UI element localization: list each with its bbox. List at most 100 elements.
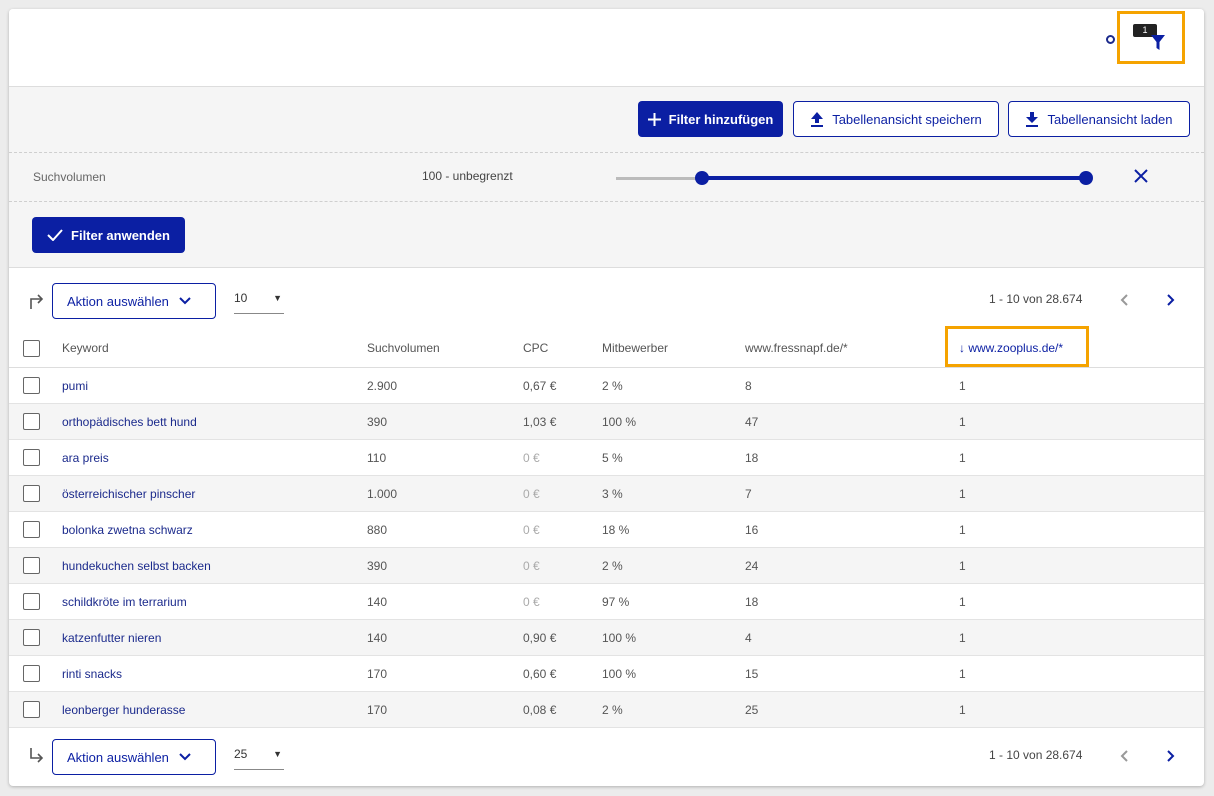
plus-icon [647, 112, 661, 126]
row-checkbox[interactable] [23, 701, 40, 718]
search-icon[interactable] [1106, 35, 1115, 44]
cpc-cell: 0 € [523, 511, 602, 548]
cpc-cell: 0,67 € [523, 367, 602, 404]
action-select[interactable]: Aktion auswählen [52, 283, 216, 319]
per-page-value: 25 [234, 747, 248, 761]
row-checkbox[interactable] [23, 449, 40, 466]
column-header-zooplus-label: www.zooplus.de/* [968, 341, 1064, 355]
upload-icon [811, 111, 824, 127]
funnel-icon [1151, 35, 1165, 50]
cpc-cell: 0 € [523, 439, 602, 476]
next-page-icon[interactable] [1160, 746, 1180, 766]
keyword-cell[interactable]: bolonka zwetna schwarz [62, 511, 367, 548]
fressnapf-rank-cell: 25 [745, 691, 959, 728]
table-row: österreichischer pinscher 1.000 0 €3 % 7 1 [9, 475, 1204, 512]
keyword-cell[interactable]: orthopädisches bett hund [62, 403, 367, 440]
remove-filter-icon[interactable] [1131, 166, 1151, 186]
column-header-zooplus[interactable]: ↓ www.zooplus.de/* [959, 329, 1204, 368]
row-checkbox[interactable] [23, 521, 40, 538]
volume-cell: 170 [367, 655, 523, 692]
chevron-down-icon [179, 297, 191, 305]
column-header-fressnapf[interactable]: www.fressnapf.de/* [745, 329, 959, 368]
volume-cell: 880 [367, 511, 523, 548]
cpc-cell: 1,03 € [523, 403, 602, 440]
competition-cell: 100 % [602, 403, 745, 440]
load-view-label: Tabellenansicht laden [1047, 111, 1173, 127]
action-select-label: Aktion auswählen [67, 749, 169, 765]
per-page-select[interactable]: 25 ▼ [234, 747, 284, 770]
cpc-cell: 0 € [523, 547, 602, 584]
volume-cell: 1.000 [367, 475, 523, 512]
divider [9, 201, 1204, 202]
per-page-value: 10 [234, 291, 248, 305]
keyword-cell[interactable]: schildkröte im terrarium [62, 583, 367, 620]
row-select-cell [9, 691, 62, 728]
apply-filter-button[interactable]: Filter anwenden [32, 217, 185, 253]
add-filter-label: Filter hinzufügen [668, 111, 774, 127]
zooplus-rank-cell: 1 [959, 367, 1204, 404]
row-select-cell [9, 655, 62, 692]
divider [9, 152, 1204, 153]
keyword-cell[interactable]: rinti snacks [62, 655, 367, 692]
main-card: 1 Filter hinzufügen Tabellenansicht spei… [9, 9, 1204, 786]
save-view-label: Tabellenansicht speichern [832, 111, 982, 127]
keyword-cell[interactable]: hundekuchen selbst backen [62, 547, 367, 584]
volume-cell: 390 [367, 547, 523, 584]
row-checkbox[interactable] [23, 593, 40, 610]
column-header-competition[interactable]: Mitbewerber [602, 329, 745, 368]
range-slider-track [616, 177, 702, 180]
top-bar: 1 [9, 9, 1204, 87]
competition-cell: 100 % [602, 619, 745, 656]
table-row: ara preis 110 0 €5 % 18 1 [9, 439, 1204, 476]
row-checkbox[interactable] [23, 665, 40, 682]
volume-cell: 2.900 [367, 367, 523, 404]
table-row: katzenfutter nieren 140 0,90 €100 % 4 1 [9, 619, 1204, 656]
keyword-cell[interactable]: leonberger hunderasse [62, 691, 367, 728]
select-all-checkbox[interactable] [23, 339, 40, 357]
pagination-info: 1 - 10 von 28.674 [989, 748, 1083, 762]
range-slider-max-handle[interactable] [1079, 171, 1093, 185]
row-checkbox[interactable] [23, 485, 40, 502]
next-page-icon[interactable] [1160, 290, 1180, 310]
add-filter-button[interactable]: Filter hinzufügen [638, 101, 783, 137]
keyword-table: Keyword Suchvolumen CPC Mitbewerber www.… [9, 329, 1204, 728]
corner-arrow-icon [30, 748, 44, 763]
fressnapf-rank-cell: 18 [745, 439, 959, 476]
sort-desc-icon: ↓ [959, 341, 965, 355]
table-header-row: Keyword Suchvolumen CPC Mitbewerber www.… [9, 329, 1204, 368]
table-row: bolonka zwetna schwarz 880 0 €18 % 16 1 [9, 511, 1204, 548]
corner-arrow-icon [30, 294, 44, 309]
row-checkbox[interactable] [23, 557, 40, 574]
range-slider-min-handle[interactable] [695, 171, 709, 185]
prev-page-icon[interactable] [1115, 746, 1135, 766]
keyword-cell[interactable]: katzenfutter nieren [62, 619, 367, 656]
load-view-button[interactable]: Tabellenansicht laden [1008, 101, 1190, 137]
competition-cell: 5 % [602, 439, 745, 476]
row-select-cell [9, 367, 62, 404]
column-header-volume[interactable]: Suchvolumen [367, 329, 523, 368]
keyword-cell[interactable]: pumi [62, 367, 367, 404]
filter-toggle-button[interactable]: 1 [1128, 24, 1176, 63]
row-select-cell [9, 547, 62, 584]
save-view-button[interactable]: Tabellenansicht speichern [793, 101, 999, 137]
zooplus-rank-cell: 1 [959, 511, 1204, 548]
row-checkbox[interactable] [23, 377, 40, 394]
per-page-select[interactable]: 10 ▼ [234, 291, 284, 314]
keyword-cell[interactable]: ara preis [62, 439, 367, 476]
apply-filter-label: Filter anwenden [71, 227, 170, 243]
column-header-cpc[interactable]: CPC [523, 329, 602, 368]
zooplus-rank-cell: 1 [959, 403, 1204, 440]
action-select-label: Aktion auswählen [67, 293, 169, 309]
prev-page-icon[interactable] [1115, 290, 1135, 310]
competition-cell: 97 % [602, 583, 745, 620]
pagination-info: 1 - 10 von 28.674 [989, 292, 1083, 306]
row-checkbox[interactable] [23, 413, 40, 430]
row-checkbox[interactable] [23, 629, 40, 646]
action-select[interactable]: Aktion auswählen [52, 739, 216, 775]
keyword-cell[interactable]: österreichischer pinscher [62, 475, 367, 512]
fressnapf-rank-cell: 7 [745, 475, 959, 512]
table-row: rinti snacks 170 0,60 €100 % 15 1 [9, 655, 1204, 692]
row-select-cell [9, 475, 62, 512]
column-header-keyword[interactable]: Keyword [62, 329, 367, 368]
check-icon [47, 229, 63, 241]
